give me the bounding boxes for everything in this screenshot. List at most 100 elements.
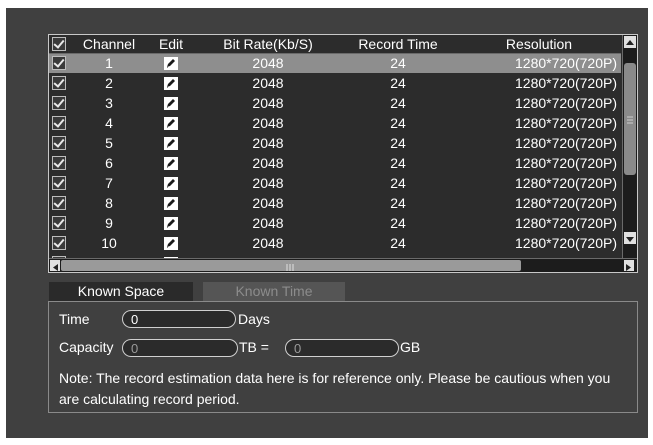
cell-bitrate: 2048: [252, 135, 284, 151]
table-header: Channel Edit Bit Rate(Kb/S) Record Time …: [49, 35, 621, 54]
table-body: 1 2048 24 1280*720(720P) 2 2048 24 1280*720(720…: [49, 54, 621, 259]
tab-known-time[interactable]: Known Time: [203, 282, 345, 301]
cell-resolution: 1280*720(720P): [515, 195, 617, 211]
edit-button[interactable]: [149, 154, 193, 173]
capacity-label: Capacity: [59, 339, 114, 355]
horizontal-scroll-thumb[interactable]: [61, 260, 521, 271]
cell-resolution: 1280*720(720P): [515, 115, 617, 131]
time-input[interactable]: 0: [122, 310, 236, 328]
table-row[interactable]: 2 2048 24 1280*720(720P): [49, 74, 621, 93]
table-row[interactable]: 8 2048 24 1280*720(720P): [49, 194, 621, 213]
table-row[interactable]: 10 2048 24 1280*720(720P): [49, 234, 621, 253]
note-text: Note: The record estimation data here is…: [59, 370, 611, 407]
edit-button[interactable]: [149, 114, 193, 133]
cell-channel: 5: [105, 135, 113, 151]
edit-button[interactable]: [149, 134, 193, 153]
channel-table: Channel Edit Bit Rate(Kb/S) Record Time …: [48, 34, 638, 273]
row-checkbox[interactable]: [49, 114, 69, 133]
cell-resolution: 1280*720(720P): [515, 75, 617, 91]
table-row[interactable]: 6 2048 24 1280*720(720P): [49, 154, 621, 173]
table-row[interactable]: 9 2048 24 1280*720(720P): [49, 214, 621, 233]
checkbox-checked-icon: [52, 96, 66, 111]
cell-resolution: 1280*720(720P): [515, 215, 617, 231]
pencil-icon: [164, 96, 178, 110]
cell-bitrate: 2048: [252, 215, 284, 231]
cell-bitrate: 2048: [252, 75, 284, 91]
row-checkbox[interactable]: [49, 234, 69, 253]
pencil-icon: [164, 116, 178, 130]
checkbox-checked-icon: [52, 136, 66, 151]
capacity-gb-input[interactable]: 0: [285, 339, 399, 357]
edit-button[interactable]: [149, 214, 193, 233]
cell-record-time: 24: [390, 75, 406, 91]
scroll-right-arrow-icon[interactable]: [624, 260, 634, 271]
cell-record-time: 24: [390, 155, 406, 171]
cell-channel: 1: [105, 55, 113, 71]
tab-known-space[interactable]: Known Space: [49, 282, 193, 301]
row-checkbox[interactable]: [49, 94, 69, 113]
cell-record-time: 24: [390, 95, 406, 111]
scroll-left-arrow-icon[interactable]: [50, 260, 60, 271]
row-checkbox[interactable]: [49, 194, 69, 213]
cell-resolution: 1280*720(720P): [515, 235, 617, 251]
vertical-scrollbar[interactable]: [622, 35, 637, 258]
row-checkbox[interactable]: [49, 214, 69, 233]
cell-resolution: 1280*720(720P): [515, 155, 617, 171]
checkbox-checked-icon: [52, 176, 66, 191]
cell-bitrate: 2048: [252, 55, 284, 71]
vertical-scroll-thumb[interactable]: [624, 63, 636, 175]
header-resolution[interactable]: Resolution: [457, 35, 621, 53]
time-label: Time: [59, 311, 90, 327]
cell-resolution: 1280*720(720P): [515, 55, 617, 71]
capacity-tb-input[interactable]: 0: [122, 339, 238, 357]
pencil-icon: [164, 76, 178, 90]
cell-channel: 6: [105, 155, 113, 171]
edit-button[interactable]: [149, 74, 193, 93]
cell-resolution: 1280*720(720P): [515, 175, 617, 191]
horizontal-scrollbar[interactable]: [49, 258, 637, 272]
scroll-up-arrow-icon[interactable]: [624, 36, 636, 48]
row-checkbox[interactable]: [49, 54, 69, 73]
scroll-down-arrow-icon[interactable]: [624, 232, 636, 244]
table-row[interactable]: 3 2048 24 1280*720(720P): [49, 94, 621, 113]
cell-resolution: 1280*720(720P): [515, 135, 617, 151]
table-row[interactable]: 4 2048 24 1280*720(720P): [49, 114, 621, 133]
cell-bitrate: 2048: [252, 115, 284, 131]
pencil-icon: [164, 136, 178, 150]
edit-button[interactable]: [149, 94, 193, 113]
checkbox-checked-icon: [52, 196, 66, 211]
edit-button[interactable]: [149, 234, 193, 253]
tb-equals-label: TB =: [239, 339, 269, 355]
header-record-time[interactable]: Record Time: [343, 35, 453, 53]
row-checkbox[interactable]: [49, 74, 69, 93]
pencil-icon: [164, 236, 178, 250]
pencil-icon: [164, 216, 178, 230]
cell-record-time: 24: [390, 55, 406, 71]
table-row[interactable]: 5 2048 24 1280*720(720P): [49, 134, 621, 153]
row-checkbox[interactable]: [49, 174, 69, 193]
cell-record-time: 24: [390, 175, 406, 191]
row-checkbox[interactable]: [49, 134, 69, 153]
cell-channel: 3: [105, 95, 113, 111]
edit-button[interactable]: [149, 174, 193, 193]
checkbox-checked-icon: [52, 216, 66, 231]
cell-channel: 10: [101, 235, 117, 251]
checkbox-checked-icon: [52, 156, 66, 171]
edit-button[interactable]: [149, 194, 193, 213]
header-bitrate[interactable]: Bit Rate(Kb/S): [197, 35, 339, 53]
table-row[interactable]: 1 2048 24 1280*720(720P): [49, 54, 621, 73]
table-row[interactable]: 7 2048 24 1280*720(720P): [49, 174, 621, 193]
cell-channel: 8: [105, 195, 113, 211]
checkbox-checked-icon: [52, 76, 66, 91]
gb-unit-label: GB: [400, 339, 421, 355]
header-edit: Edit: [158, 36, 184, 52]
header-channel[interactable]: Channel: [73, 35, 145, 53]
select-all-checkbox[interactable]: [49, 35, 69, 53]
cell-record-time: 24: [390, 115, 406, 131]
checkbox-checked-icon: [52, 37, 66, 52]
cell-bitrate: 2048: [252, 235, 284, 251]
checkbox-checked-icon: [52, 236, 66, 251]
row-checkbox[interactable]: [49, 154, 69, 173]
checkbox-checked-icon: [52, 56, 66, 71]
edit-button[interactable]: [149, 54, 193, 73]
